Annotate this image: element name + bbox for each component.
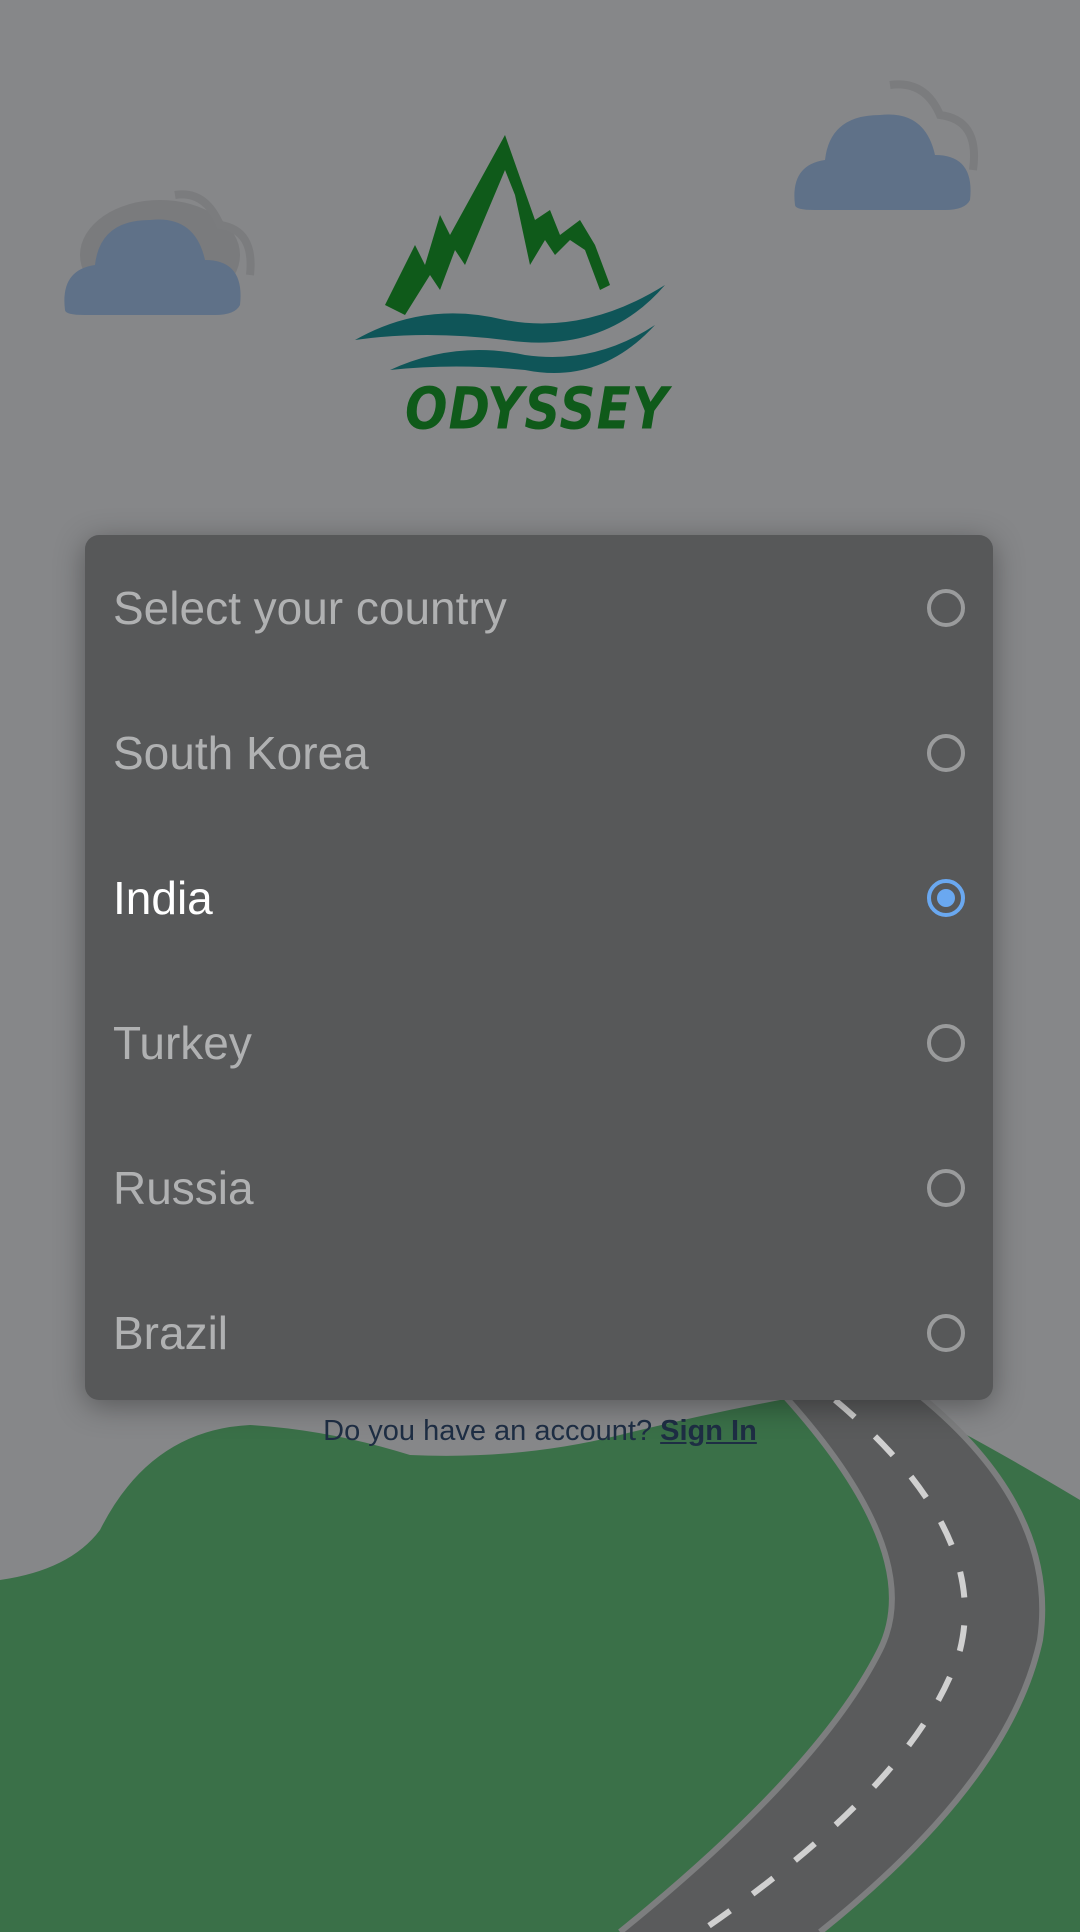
country-option-india[interactable]: India [85, 825, 993, 970]
option-label: Turkey [113, 1016, 252, 1069]
radio-button[interactable] [927, 1023, 965, 1062]
mountain-logo-icon [355, 135, 665, 373]
logo-text: ODYSSEY [405, 375, 669, 443]
option-label: Select your country [113, 581, 507, 634]
option-label: Brazil [113, 1306, 229, 1359]
signin-link[interactable]: Sign In [660, 1415, 757, 1447]
option-label: India [113, 871, 213, 924]
radio-button[interactable] [927, 1313, 965, 1352]
country-option-russia[interactable]: Russia [85, 1115, 993, 1260]
landscape-illustration [0, 1380, 1080, 1932]
signin-prompt: Do you have an account? Sign In [300, 1410, 780, 1453]
country-option-select[interactable]: Select your country [85, 535, 993, 680]
country-option-turkey[interactable]: Turkey [85, 970, 993, 1115]
option-label: Russia [113, 1161, 254, 1214]
country-select-dialog: Select your country South Korea India Tu… [85, 535, 993, 1400]
radio-button[interactable] [927, 588, 965, 627]
country-option-brazil[interactable]: Brazil [85, 1260, 993, 1405]
cloud-icon [64, 190, 255, 315]
radio-button[interactable] [927, 1168, 965, 1207]
cloud-icon [794, 80, 978, 210]
signin-prompt-text: Do you have an account? [323, 1415, 653, 1447]
radio-button-selected[interactable] [927, 878, 965, 917]
option-label: South Korea [113, 726, 369, 779]
radio-button[interactable] [927, 733, 965, 772]
country-option-south-korea[interactable]: South Korea [85, 680, 993, 825]
odyssey-logo: ODYSSEY [345, 125, 675, 445]
